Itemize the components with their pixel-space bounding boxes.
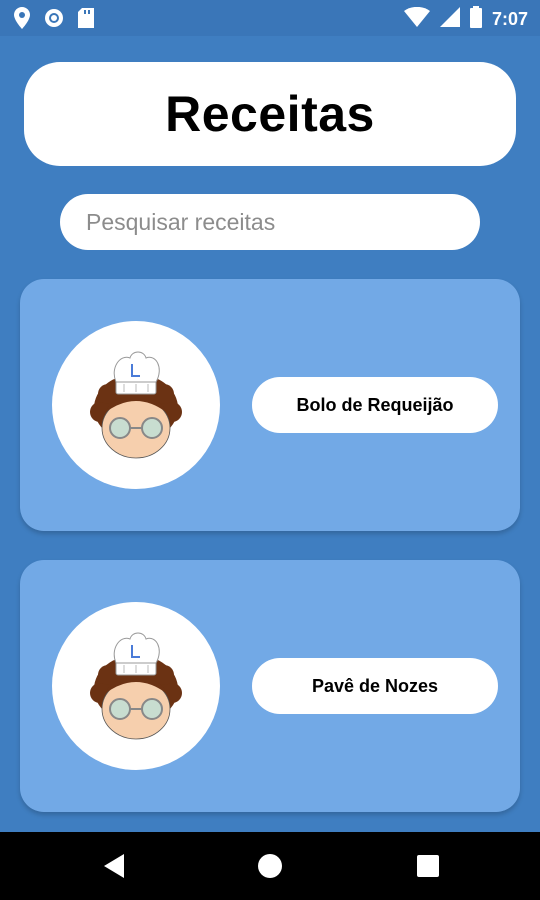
status-time: 7:07	[491, 9, 528, 29]
recents-icon[interactable]	[412, 850, 444, 882]
sd-card-icon	[78, 8, 94, 33]
sync-icon	[44, 8, 64, 33]
home-icon[interactable]	[254, 850, 286, 882]
recipe-card: Pavê de Nozes	[20, 560, 520, 812]
recipe-button-pave-de-nozes[interactable]: Pavê de Nozes	[252, 658, 498, 714]
signal-icon	[439, 7, 460, 32]
search-input[interactable]	[60, 194, 480, 250]
recipe-card: Bolo de Requeijão	[20, 279, 520, 531]
recipe-button-bolo-de-requeijao[interactable]: Bolo de Requeijão	[252, 377, 498, 433]
navigation-bar	[0, 832, 540, 900]
wifi-icon	[403, 6, 430, 32]
chef-avatar-icon	[90, 632, 182, 740]
status-bar: 7:07	[0, 0, 540, 36]
avatar	[52, 321, 220, 489]
page-title: Receitas	[165, 86, 375, 142]
chef-avatar-icon	[90, 351, 182, 459]
location-icon	[14, 7, 30, 34]
back-icon[interactable]	[98, 850, 130, 882]
avatar	[52, 602, 220, 770]
battery-icon	[469, 6, 482, 33]
title-card: Receitas	[24, 62, 516, 166]
